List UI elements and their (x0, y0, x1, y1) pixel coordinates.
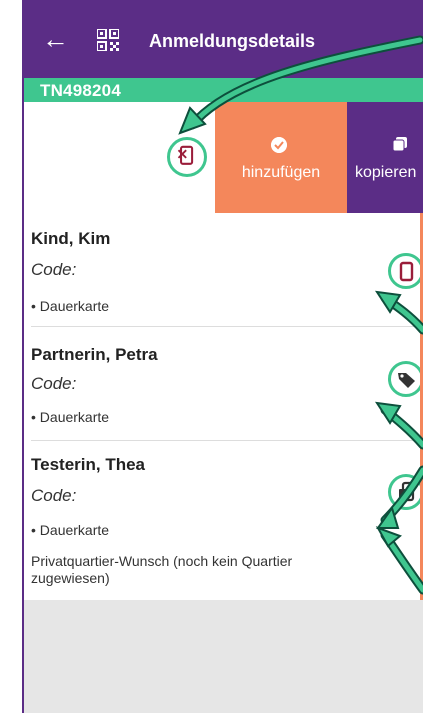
app-screen: ← Anmeldungsdetails TN498204 hinzufügen … (22, 0, 423, 713)
check-circle-icon (271, 137, 287, 153)
list-item[interactable]: Partnerin, Petra Code: • Dauerkarte (24, 327, 423, 441)
ticket-label: Dauerkarte (39, 522, 110, 538)
list-item[interactable]: Testerin, Thea Code: • Dauerkarte Privat… (24, 441, 423, 600)
code-label: Code: (31, 486, 77, 505)
participant-name: Partnerin, Petra (31, 345, 158, 364)
registration-id: TN498204 (40, 81, 121, 100)
screenshot-frame: ← Anmeldungsdetails TN498204 hinzufügen … (0, 0, 423, 713)
phone-icon[interactable] (391, 256, 421, 286)
top-app-bar: ← Anmeldungsdetails (24, 0, 423, 78)
highlight-circle (388, 253, 423, 289)
highlight-circle (167, 137, 207, 177)
ticket-label: Dauerkarte (39, 409, 110, 425)
code-label: Code: (31, 374, 77, 393)
phone-send-icon[interactable] (391, 477, 421, 507)
ticket-type: • Dauerkarte (31, 298, 110, 314)
swipe-action-row[interactable]: ‹ hinzufügen kopieren (24, 102, 423, 213)
participant-name: Testerin, Thea (31, 455, 145, 474)
accommodation-note: Privatquartier-Wunsch (noch kein Quartie… (31, 553, 293, 586)
participant-name: Kind, Kim (31, 229, 111, 248)
phone-cancel-icon[interactable] (170, 140, 204, 174)
list-item[interactable]: Kind, Kim Code: • Dauerkarte (24, 213, 423, 327)
copy-action-label: kopieren (355, 164, 417, 181)
tag-icon[interactable] (391, 364, 421, 394)
participant-list: Kind, Kim Code: • Dauerkarte Partnerin, … (24, 213, 423, 600)
add-action-button[interactable]: hinzufügen (215, 102, 347, 213)
add-action-label: hinzufügen (241, 164, 321, 181)
back-arrow-icon[interactable]: ← (42, 26, 69, 53)
copy-icon (393, 137, 407, 151)
highlight-circle (388, 474, 423, 510)
page-title: Anmeldungsdetails (149, 31, 316, 51)
highlight-circle (388, 361, 423, 397)
ticket-type: • Dauerkarte (31, 409, 110, 425)
ticket-type: • Dauerkarte (31, 522, 110, 538)
code-label: Code: (31, 260, 77, 279)
qr-code-icon[interactable] (97, 29, 119, 51)
empty-area (24, 600, 423, 713)
copy-action-button[interactable]: kopieren (347, 102, 423, 213)
ticket-label: Dauerkarte (39, 298, 110, 314)
